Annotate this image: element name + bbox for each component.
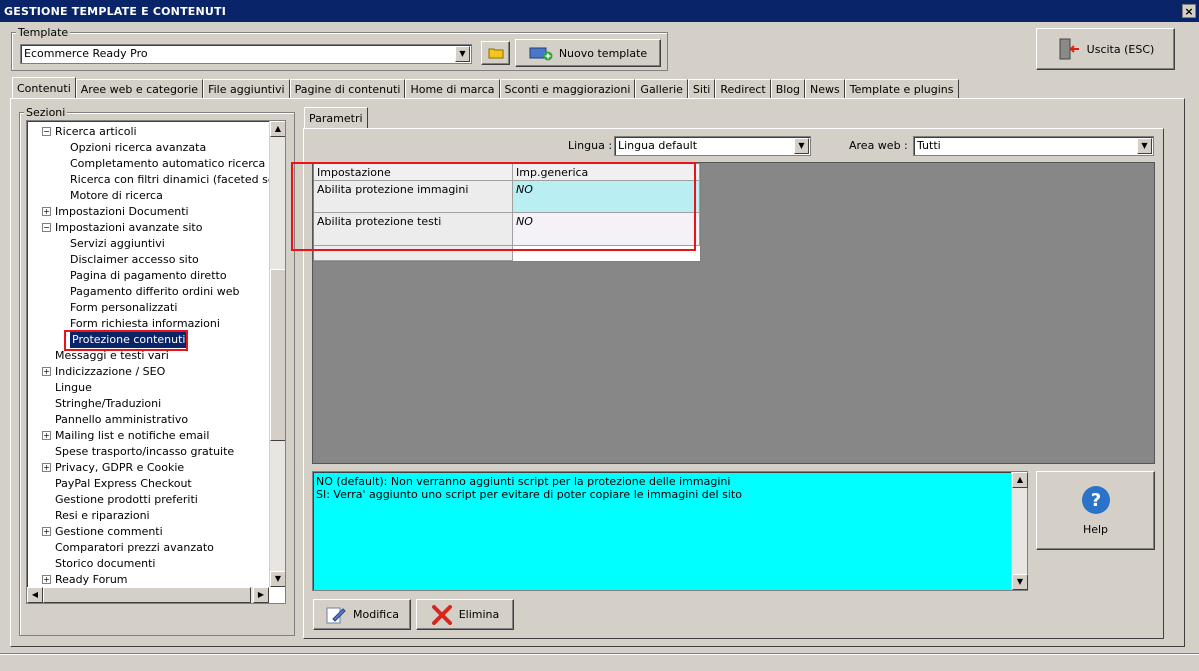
tree-expander-icon[interactable]: − xyxy=(42,127,51,136)
template-select-value: Ecommerce Ready Pro xyxy=(24,47,148,60)
description-line-1: NO (default): Non verranno aggiunti scri… xyxy=(316,475,731,488)
tree-item[interactable]: Ricerca con filtri dinamici (faceted sea… xyxy=(70,172,285,188)
tree-expander-icon[interactable]: − xyxy=(42,223,51,232)
modifica-button[interactable]: Modifica xyxy=(313,599,411,630)
tree-item[interactable]: Lingue xyxy=(55,380,92,396)
tab-file-aggiuntivi[interactable]: File aggiuntivi xyxy=(203,79,290,99)
help-icon: ? xyxy=(1081,486,1110,514)
tree-item[interactable]: Servizi aggiuntivi xyxy=(70,236,165,252)
tree-item[interactable]: Impostazioni Documenti xyxy=(55,204,189,220)
tab-redirect[interactable]: Redirect xyxy=(715,79,771,99)
tree-item[interactable]: Ricerca articoli xyxy=(55,124,137,140)
delete-x-icon xyxy=(431,604,452,625)
tree-item[interactable]: Spese trasporto/incasso gratuite xyxy=(55,444,234,460)
help-button[interactable]: ? Help xyxy=(1036,471,1155,550)
scroll-left-icon[interactable]: ◀ xyxy=(27,587,43,603)
modifica-label: Modifica xyxy=(353,608,399,621)
elimina-button[interactable]: Elimina xyxy=(416,599,514,630)
description-scrollbar[interactable]: ▲ ▼ xyxy=(1011,472,1028,590)
tab-news[interactable]: News xyxy=(805,79,845,99)
tree-item[interactable]: Gestione commenti xyxy=(55,524,163,540)
tree-expander-icon[interactable]: + xyxy=(42,207,51,216)
tree-item[interactable]: PayPal Express Checkout xyxy=(55,476,192,492)
highlight-settings-grid xyxy=(291,162,696,251)
sections-group-label: Sezioni xyxy=(24,106,68,119)
tree-item[interactable]: Indicizzazione / SEO xyxy=(55,364,165,380)
tree-horizontal-scrollbar[interactable]: ◀ ▶ xyxy=(27,587,269,603)
tree-item[interactable]: Gestione prodotti preferiti xyxy=(55,492,198,508)
tree-item[interactable]: Stringhe/Traduzioni xyxy=(55,396,161,412)
lingua-select[interactable]: Lingua default ▼ xyxy=(614,136,811,156)
tree-item[interactable]: Resi e riparazioni xyxy=(55,508,150,524)
tab-pagine-contenuti[interactable]: Pagine di contenuti xyxy=(289,79,406,99)
highlight-selected-section xyxy=(64,330,188,351)
tree-item[interactable]: Privacy, GDPR e Cookie xyxy=(55,460,184,476)
tree-vertical-scrollbar[interactable]: ▲ ▼ xyxy=(269,121,285,587)
exit-door-icon xyxy=(1059,38,1079,60)
scroll-up-icon[interactable]: ▲ xyxy=(1012,472,1028,488)
tab-blog[interactable]: Blog xyxy=(770,79,806,99)
tab-siti[interactable]: Siti xyxy=(687,79,716,99)
tab-home-marca[interactable]: Home di marca xyxy=(405,79,500,99)
tree-item[interactable]: Form personalizzati xyxy=(70,300,177,316)
tree-item[interactable]: Storico documenti xyxy=(55,556,155,572)
close-icon[interactable]: × xyxy=(1182,4,1196,18)
tree-expander-icon[interactable]: + xyxy=(42,367,51,376)
chevron-down-icon[interactable]: ▼ xyxy=(455,46,470,62)
template-group-label: Template xyxy=(16,26,71,39)
tree-item[interactable]: Opzioni ricerca avanzata xyxy=(70,140,206,156)
tree-item[interactable]: Impostazioni avanzate sito xyxy=(55,220,202,236)
window-title: GESTIONE TEMPLATE E CONTENUTI xyxy=(0,0,1199,22)
tab-aree-web[interactable]: Aree web e categorie xyxy=(75,79,204,99)
tab-contenuti[interactable]: Contenuti xyxy=(12,77,76,99)
svg-text:?: ? xyxy=(1090,490,1100,511)
description-line-2: SI: Verra' aggiunto uno script per evita… xyxy=(316,488,742,501)
tree-item[interactable]: Motore di ricerca xyxy=(70,188,163,204)
scroll-down-icon[interactable]: ▼ xyxy=(1012,574,1028,590)
tree-expander-icon[interactable]: + xyxy=(42,431,51,440)
main-tabs: Contenuti Aree web e categorie File aggi… xyxy=(12,77,959,99)
tree-item[interactable]: Ready Forum xyxy=(55,572,128,588)
tree-item[interactable]: Pagina di pagamento diretto xyxy=(70,268,227,284)
tree-item[interactable]: Mailing list e notifiche email xyxy=(55,428,209,444)
lingua-label: Lingua : xyxy=(568,139,613,152)
help-label: Help xyxy=(1082,523,1109,536)
open-folder-button[interactable] xyxy=(481,41,510,65)
tab-gallerie[interactable]: Gallerie xyxy=(635,79,688,99)
scroll-down-icon[interactable]: ▼ xyxy=(270,571,285,587)
tab-parametri[interactable]: Parametri xyxy=(304,107,368,129)
area-web-select[interactable]: Tutti ▼ xyxy=(913,136,1154,156)
new-template-label: Nuovo template xyxy=(558,46,648,60)
tree-item[interactable]: Pannello amministrativo xyxy=(55,412,188,428)
setting-description: NO (default): Non verranno aggiunti scri… xyxy=(312,471,1028,591)
tree-item[interactable]: Completamento automatico ricerca xyxy=(70,156,265,172)
scroll-thumb[interactable] xyxy=(43,587,251,603)
tree-item[interactable]: Comparatori prezzi avanzato xyxy=(55,540,214,556)
exit-button[interactable]: Uscita (ESC) xyxy=(1036,28,1175,70)
folder-icon xyxy=(488,48,503,59)
tab-template-plugins[interactable]: Template e plugins xyxy=(844,79,959,99)
tree-item[interactable]: Pagamento differito ordini web xyxy=(70,284,239,300)
scroll-up-icon[interactable]: ▲ xyxy=(270,121,285,137)
template-select[interactable]: Ecommerce Ready Pro ▼ xyxy=(20,44,472,64)
tree-expander-icon[interactable]: + xyxy=(42,527,51,536)
exit-label: Uscita (ESC) xyxy=(1086,42,1155,56)
status-bar xyxy=(0,653,1199,671)
tree-expander-icon[interactable]: + xyxy=(42,575,51,584)
chevron-down-icon[interactable]: ▼ xyxy=(794,138,809,154)
area-web-label: Area web : xyxy=(849,139,908,152)
elimina-label: Elimina xyxy=(458,608,500,621)
tree-item[interactable]: Disclaimer accesso sito xyxy=(70,252,199,268)
area-web-select-value: Tutti xyxy=(917,139,941,152)
add-template-icon xyxy=(529,47,553,61)
edit-pencil-icon xyxy=(326,607,346,623)
chevron-down-icon[interactable]: ▼ xyxy=(1137,138,1152,154)
new-template-button[interactable]: Nuovo template xyxy=(515,39,661,67)
sections-tree[interactable]: − Ricerca articoli Opzioni ricerca avanzat… xyxy=(26,120,286,604)
lingua-select-value: Lingua default xyxy=(618,139,698,152)
scroll-thumb[interactable] xyxy=(270,269,285,441)
tree-expander-icon[interactable]: + xyxy=(42,463,51,472)
tab-sconti[interactable]: Sconti e maggiorazioni xyxy=(499,79,636,99)
scroll-right-icon[interactable]: ▶ xyxy=(253,587,269,603)
